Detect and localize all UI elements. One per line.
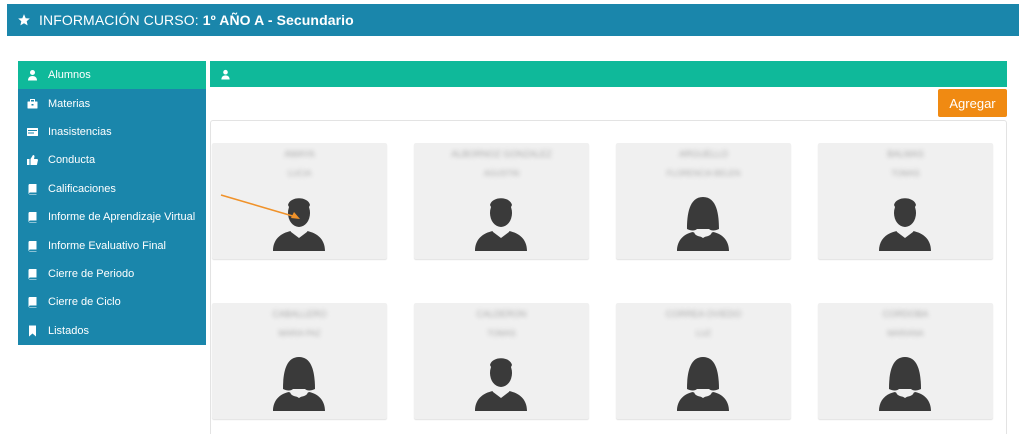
user-icon	[26, 69, 39, 81]
thumbs-up-icon	[26, 154, 39, 166]
page-title: INFORMACIÓN CURSO: 1º AÑO A - Secundario	[39, 12, 354, 28]
bookmark-icon	[26, 325, 39, 337]
sidebar-item-conducta[interactable]: Conducta	[18, 146, 206, 174]
student-name: CABALLERO	[272, 309, 327, 319]
sidebar-item-label: Listados	[48, 324, 89, 337]
sidebar-item-label: Informe de Aprendizaje Virtual	[48, 211, 196, 224]
user-icon	[221, 69, 230, 80]
sidebar-item-label: Cierre de Periodo	[48, 267, 135, 280]
sidebar-item-materias[interactable]: Materias	[18, 89, 206, 117]
female-avatar-icon	[879, 357, 931, 411]
star-icon	[18, 14, 30, 26]
book-icon	[26, 268, 39, 280]
book-icon	[26, 183, 39, 195]
students-panel: AMAYA LUCIA ALBORNOZ GONZALEZ AGUSTIN AR…	[210, 120, 1007, 434]
course-header: INFORMACIÓN CURSO: 1º AÑO A - Secundario	[7, 4, 1019, 36]
card-icon	[26, 126, 39, 138]
sidebar: Alumnos Materias Inasistencias Conducta …	[18, 61, 206, 345]
sidebar-item-label: Calificaciones	[48, 182, 116, 195]
student-firstname: TOMAS	[891, 169, 920, 178]
student-firstname: AGUSTIN	[483, 169, 520, 178]
sidebar-item-informe-evaluativo-final[interactable]: Informe Evaluativo Final	[18, 231, 206, 259]
sidebar-item-calificaciones[interactable]: Calificaciones	[18, 175, 206, 203]
student-card[interactable]: CALDERON TOMAS	[414, 303, 589, 419]
student-card[interactable]: CORDOBA MARIANA	[818, 303, 993, 419]
student-name: ARGUELLO	[678, 149, 729, 159]
sidebar-item-inasistencias[interactable]: Inasistencias	[18, 118, 206, 146]
sidebar-item-label: Materias	[48, 97, 91, 110]
book-icon	[26, 240, 39, 252]
student-name: CORDOBA	[882, 309, 929, 319]
student-name: CORREA OVIEDO	[665, 309, 742, 319]
student-card[interactable]: BALMAS TOMAS	[818, 143, 993, 259]
student-firstname: LUCIA	[287, 169, 312, 178]
student-card[interactable]: CORREA OVIEDO LUZ	[616, 303, 791, 419]
briefcase-icon	[26, 98, 39, 110]
sidebar-item-label: Cierre de Ciclo	[48, 296, 121, 309]
sidebar-item-listados[interactable]: Listados	[18, 317, 206, 345]
student-card[interactable]: AMAYA LUCIA	[212, 143, 387, 259]
book-icon	[26, 296, 39, 308]
male-avatar-icon	[475, 198, 527, 251]
student-firstname: LUZ	[695, 329, 712, 338]
sidebar-item-informe-aprendizaje-virtual[interactable]: Informe de Aprendizaje Virtual	[18, 203, 206, 231]
sidebar-item-label: Informe Evaluativo Final	[48, 239, 166, 252]
male-avatar-icon	[879, 198, 931, 251]
section-header	[210, 61, 1007, 87]
student-name: CALDERON	[476, 309, 527, 319]
male-avatar-icon	[475, 358, 527, 411]
sidebar-item-label: Inasistencias	[48, 125, 112, 138]
student-firstname: FLORENCIA BELEN	[666, 169, 741, 178]
female-avatar-icon	[273, 357, 325, 411]
student-card[interactable]: CABALLERO MARIA PAZ	[212, 303, 387, 419]
sidebar-item-cierre-ciclo[interactable]: Cierre de Ciclo	[18, 288, 206, 316]
student-card[interactable]: ALBORNOZ GONZALEZ AGUSTIN	[414, 143, 589, 259]
book-icon	[26, 211, 39, 223]
student-card[interactable]: ARGUELLO FLORENCIA BELEN	[616, 143, 791, 259]
student-name: AMAYA	[284, 149, 315, 159]
female-avatar-icon	[677, 197, 729, 251]
student-firstname: MARIA PAZ	[278, 329, 321, 338]
sidebar-item-cierre-periodo[interactable]: Cierre de Periodo	[18, 260, 206, 288]
sidebar-item-label: Alumnos	[48, 69, 91, 82]
student-firstname: MARIANA	[887, 329, 924, 338]
sidebar-item-alumnos[interactable]: Alumnos	[18, 61, 206, 90]
sidebar-item-label: Conducta	[48, 154, 96, 167]
student-name: BALMAS	[887, 149, 924, 159]
add-student-button[interactable]: Agregar	[938, 89, 1007, 117]
male-avatar-icon	[273, 198, 325, 251]
student-name: ALBORNOZ GONZALEZ	[451, 149, 552, 159]
student-firstname: TOMAS	[487, 329, 516, 338]
female-avatar-icon	[677, 357, 729, 411]
